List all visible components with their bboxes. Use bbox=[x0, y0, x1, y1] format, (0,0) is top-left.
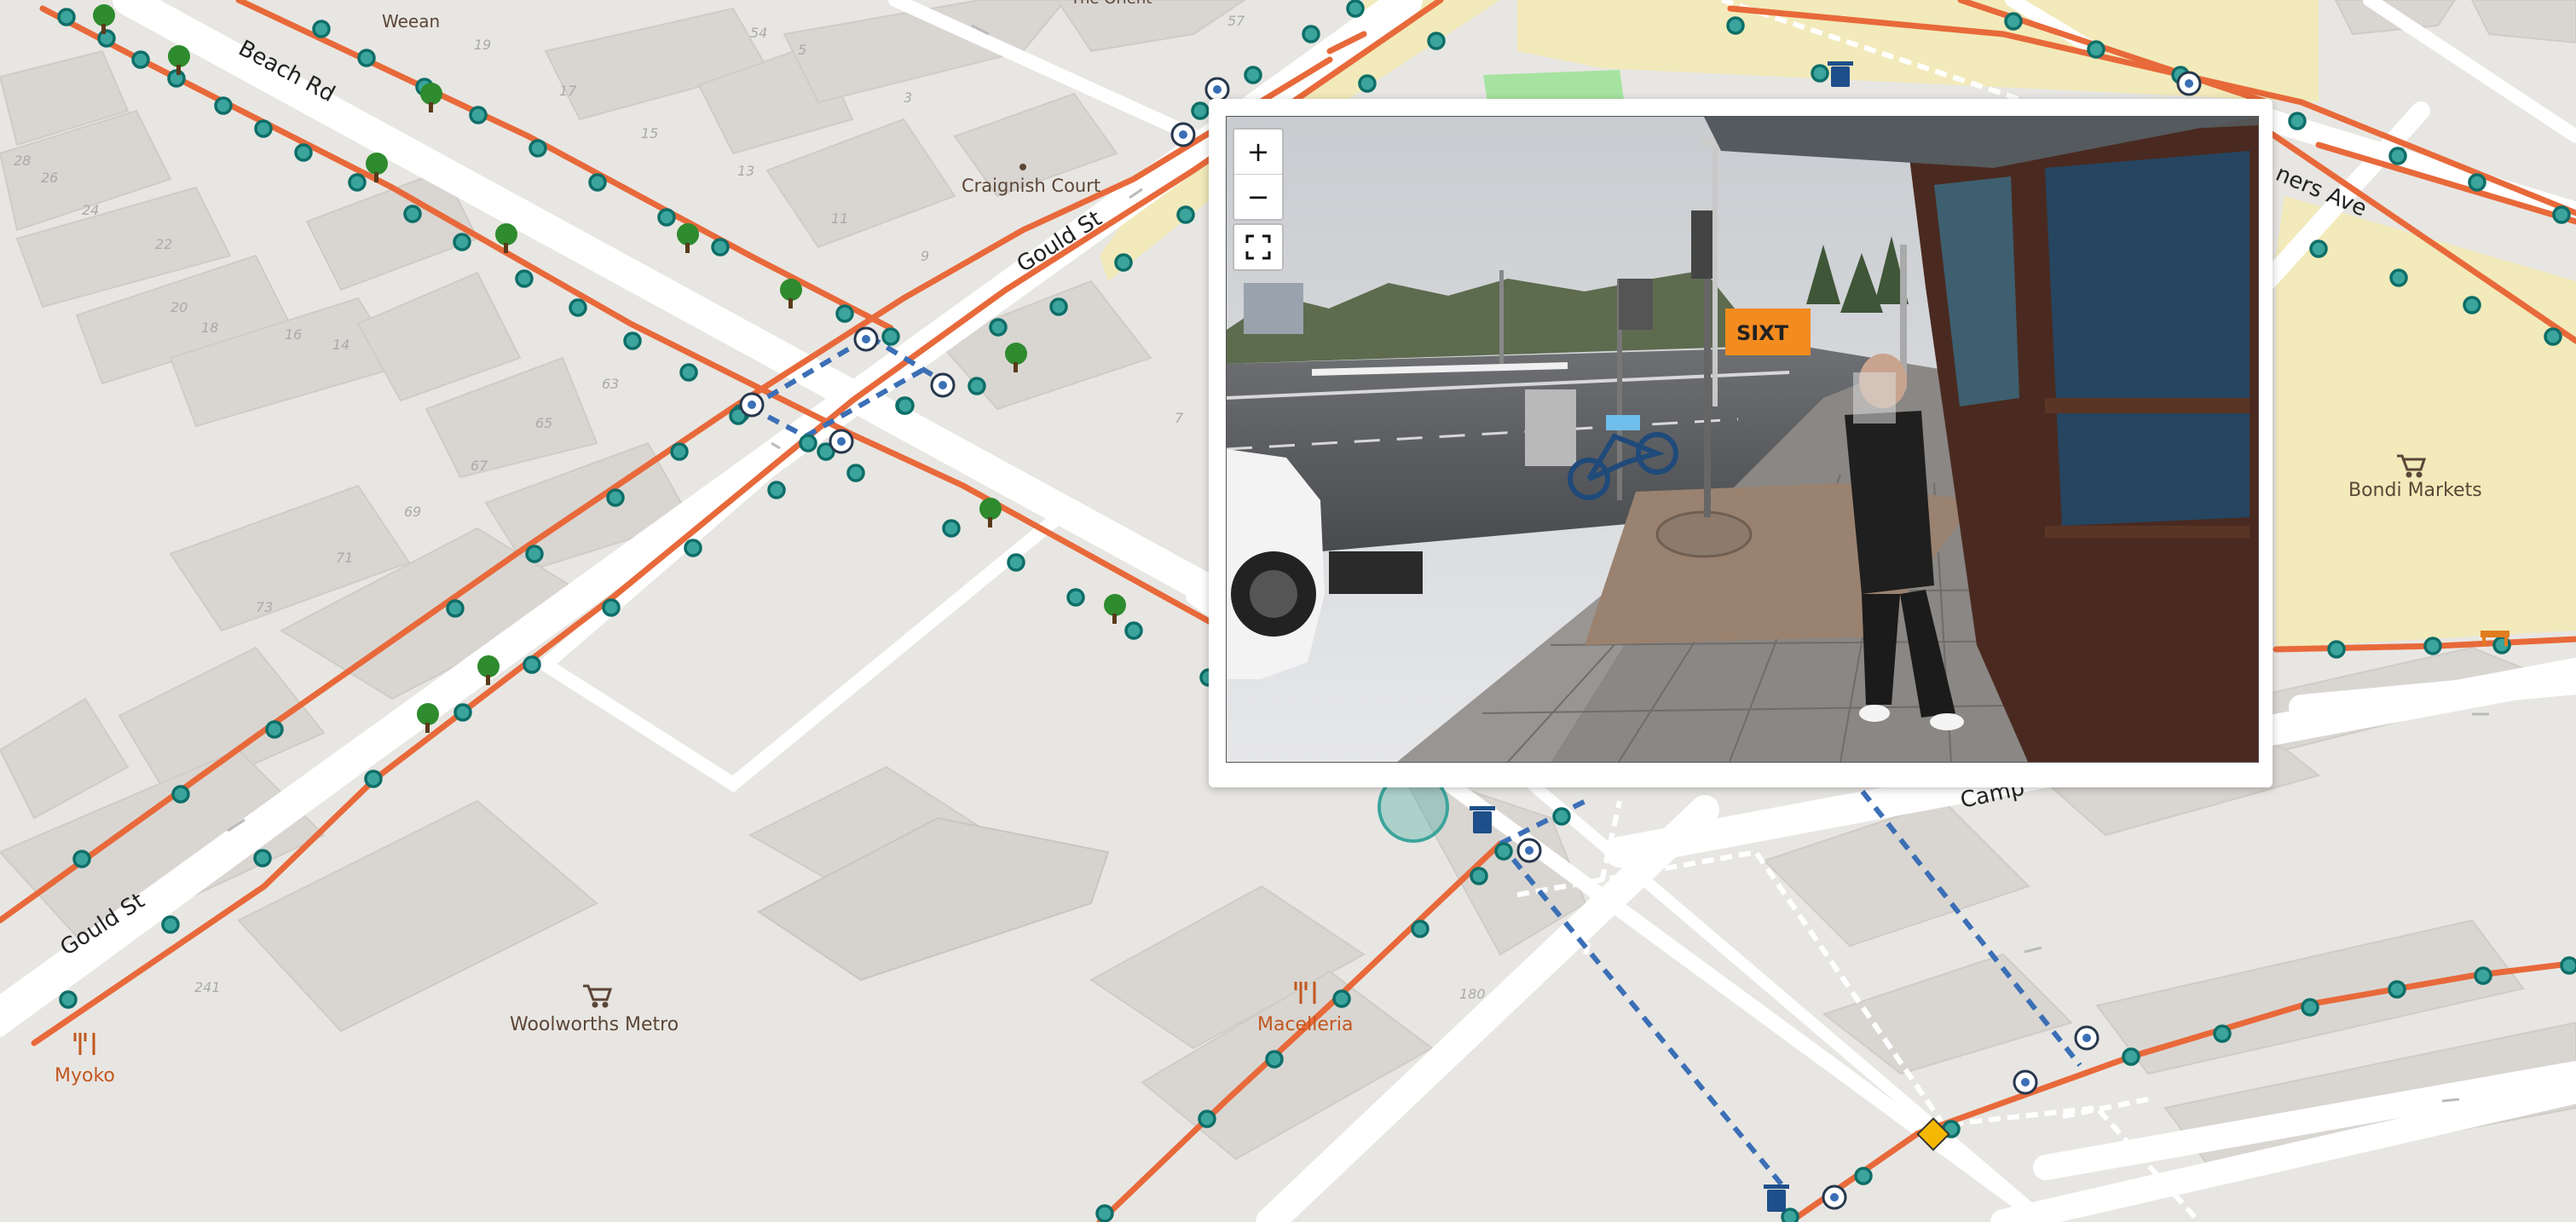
building-number: 16 bbox=[285, 326, 302, 343]
poi-label-myoko: Myoko bbox=[55, 1065, 115, 1087]
building-number: 5 bbox=[798, 42, 806, 58]
building-number: 14 bbox=[332, 337, 349, 353]
building-number: 28 bbox=[14, 153, 31, 169]
building-number: 57 bbox=[1227, 13, 1245, 29]
trash-can-icon bbox=[1764, 1185, 1789, 1212]
van-sign: SIXT bbox=[1736, 321, 1789, 345]
building-number: 54 bbox=[750, 25, 767, 41]
building-number: 7 bbox=[1175, 410, 1184, 426]
street-view-panel[interactable]: SIXT + − bbox=[1209, 99, 2273, 787]
building-number: 65 bbox=[535, 415, 552, 431]
wheelchair-icon bbox=[829, 429, 854, 454]
poi-label-macelleria: Macelleria bbox=[1257, 1014, 1354, 1035]
building-number: 20 bbox=[170, 299, 188, 315]
building-number: 180 bbox=[1459, 986, 1486, 1002]
building-number: 19 bbox=[474, 37, 491, 53]
building-number: 22 bbox=[155, 236, 172, 252]
wheelchair-icon bbox=[1516, 838, 1542, 863]
building-number: 67 bbox=[471, 458, 488, 474]
building-number: 69 bbox=[404, 504, 421, 520]
building-number: 9 bbox=[921, 248, 929, 264]
building-number: 11 bbox=[831, 210, 848, 227]
building-number: 63 bbox=[602, 376, 619, 392]
building-number: 241 bbox=[194, 979, 221, 995]
wheelchair-icon bbox=[739, 392, 765, 418]
building-number: 24 bbox=[82, 202, 99, 218]
building-number: 71 bbox=[336, 550, 353, 566]
grass-area bbox=[1483, 70, 1624, 102]
place-label-craignish-court: Craignish Court bbox=[962, 176, 1100, 196]
wheelchair-icon bbox=[1822, 1185, 1847, 1210]
poi-dot bbox=[1019, 164, 1026, 170]
building-number: 13 bbox=[737, 163, 754, 179]
wheelchair-icon bbox=[1204, 77, 1230, 102]
building-number: 18 bbox=[201, 320, 218, 336]
zoom-controls: + − bbox=[1233, 128, 1284, 221]
fullscreen-control bbox=[1233, 223, 1284, 271]
poi-label-bondi-markets: Bondi Markets bbox=[2348, 480, 2482, 501]
wheelchair-icon bbox=[2074, 1025, 2099, 1051]
wheelchair-icon bbox=[930, 372, 956, 398]
wheelchair-icon bbox=[853, 326, 879, 352]
building-number: 17 bbox=[559, 83, 577, 99]
trash-can-icon bbox=[1470, 806, 1495, 833]
wheelchair-icon bbox=[2176, 71, 2202, 96]
zoom-out-button[interactable]: − bbox=[1234, 174, 1282, 219]
building-number: 3 bbox=[904, 89, 912, 106]
trash-can-icon bbox=[1828, 61, 1853, 87]
place-label-weean: Weean bbox=[382, 11, 440, 32]
fullscreen-button[interactable] bbox=[1234, 225, 1282, 269]
wheelchair-icon bbox=[1170, 122, 1196, 147]
fullscreen-icon bbox=[1245, 234, 1271, 260]
building-number: 26 bbox=[41, 170, 58, 186]
building-number: 73 bbox=[256, 599, 273, 615]
wheelchair-icon bbox=[2013, 1069, 2038, 1095]
poi-label-woolworths: Woolworths Metro bbox=[510, 1014, 679, 1035]
street-view-photo[interactable]: SIXT bbox=[1226, 116, 2259, 763]
place-label-the-orient: The Orient bbox=[1070, 0, 1152, 8]
zoom-in-button[interactable]: + bbox=[1234, 130, 1282, 174]
building-number: 15 bbox=[641, 125, 658, 141]
